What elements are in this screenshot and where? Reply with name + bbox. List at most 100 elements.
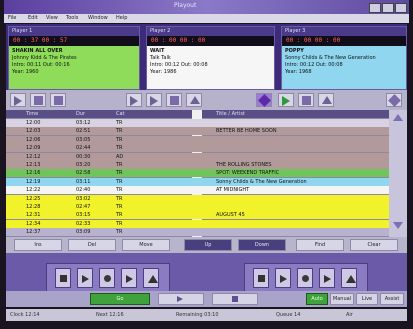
playlist-cell-dur: 03:05 <box>76 136 91 143</box>
close-icon[interactable] <box>395 3 407 13</box>
player-3-line: Year: 1968 <box>285 69 312 75</box>
playlist-cell-time: 12:00 <box>26 120 41 126</box>
deck-right-save-button[interactable] <box>253 268 269 288</box>
p3-stop-button[interactable] <box>298 93 314 107</box>
playlist-row[interactable]: 12:03 02:51 TR BETTER BE HOME SOON <box>6 127 389 136</box>
col-cat: Cat <box>116 111 125 117</box>
playlist-row[interactable]: 12:19 03:11 TR Sonny Childs & The New Gener… <box>6 177 389 186</box>
menu-file[interactable]: File <box>8 15 16 21</box>
stop-main-button[interactable] <box>212 293 258 305</box>
players-panel: Player 1 00 : 37 00 : 57 SHAKIN ALL OVER… <box>6 24 407 90</box>
playlist-row[interactable]: 12:37 03:09 TR <box>6 228 389 237</box>
deck-right-skip-button[interactable] <box>275 268 291 288</box>
playlist-row[interactable]: 12:28 02:47 TR <box>6 203 389 211</box>
record-icon <box>258 94 271 107</box>
scroll-down-icon[interactable] <box>393 222 403 229</box>
playlist-grid[interactable]: Time Dur Cat Title / Artist 12:00 03:12 TR… <box>6 110 389 237</box>
player-3-line: Intro: 00:12 Out: 00:08 <box>285 62 343 68</box>
player-1[interactable]: Player 1 00 : 37 00 : 57 SHAKIN ALL OVER… <box>8 26 140 90</box>
deck-left-play-button[interactable] <box>121 268 137 288</box>
playlist-row[interactable]: 12:13 03:20 TR THE ROLLING STONES <box>6 161 389 169</box>
playlist-cell-cat: TR <box>116 220 123 227</box>
p1-rewind-button[interactable] <box>10 93 26 107</box>
playlist-cell-text: Sonny Childs & The New Generation <box>216 178 307 185</box>
menu-bar: File Edit View Tools Window Help <box>4 14 409 23</box>
play-icon <box>150 96 158 106</box>
p3-eject-button[interactable] <box>318 93 334 107</box>
menu-tools[interactable]: Tools <box>66 15 78 21</box>
mode-live-button[interactable]: Live <box>356 293 378 305</box>
p3-record-button[interactable] <box>256 93 272 107</box>
player-2[interactable]: Player 2 00 : 00 00 : 00 WAIT Talk Talk … <box>146 26 275 90</box>
stop-icon <box>34 96 43 105</box>
deck-right-eject-button[interactable] <box>341 268 357 288</box>
deck-left-skip-button[interactable] <box>77 268 93 288</box>
p3-options-button[interactable] <box>386 93 402 107</box>
go-button[interactable]: Go <box>90 293 150 305</box>
player-3[interactable]: Player 3 00 : 00 00 : 00 POPPY Sonny Chi… <box>281 26 407 90</box>
menu-edit[interactable]: Edit <box>28 15 38 21</box>
playlist-row[interactable]: 12:06 03:05 TR <box>6 135 389 144</box>
mode-manual-button[interactable]: Manual <box>330 293 354 305</box>
status-next: Next 12:16 <box>96 312 124 318</box>
scroll-up-icon[interactable] <box>393 114 403 121</box>
deck-left-record-button[interactable] <box>99 268 115 288</box>
record-icon <box>104 275 111 282</box>
up-button[interactable]: Up <box>184 239 232 251</box>
status-remaining: Remaining 03:10 <box>176 312 219 318</box>
p2-stop-button[interactable] <box>166 93 182 107</box>
p1-pause-button[interactable] <box>50 93 66 107</box>
delete-button[interactable]: Del <box>68 239 116 251</box>
playlist-cell-dur: 00:30 <box>76 153 91 160</box>
player-2-line: Intro: 00:12 Out: 00:08 <box>150 62 208 68</box>
pause-icon <box>54 96 63 105</box>
minimize-icon[interactable] <box>369 3 381 13</box>
playlist-row[interactable]: 12:34 02:33 TR <box>6 219 389 228</box>
p1-stop-button[interactable] <box>30 93 46 107</box>
status-clock: Clock 12:14 <box>10 312 40 318</box>
mode-auto-button[interactable]: Auto <box>306 293 328 305</box>
playlist-cell-dur: 03:02 <box>76 195 91 202</box>
move-button[interactable]: Move <box>122 239 170 251</box>
playlist-cell-time: 12:28 <box>26 204 41 210</box>
deck-left-save-button[interactable] <box>55 268 71 288</box>
p3-play-button[interactable] <box>278 93 294 107</box>
playlist-row[interactable]: 12:31 03:15 TR AUGUST 45 <box>6 211 389 220</box>
playlist-row[interactable]: 12:25 03:02 TR <box>6 194 389 203</box>
menu-view[interactable]: View <box>46 15 58 21</box>
p2-eject-button[interactable] <box>186 93 202 107</box>
diamond-icon <box>388 94 401 107</box>
player-3-counter: 00 : 00 00 : 00 <box>282 36 406 46</box>
playlist-cell-text: AUGUST 45 <box>216 212 245 219</box>
playlist-cell-cat: TR <box>116 145 123 152</box>
playlist-row[interactable]: 12:12 00:30 AD <box>6 152 389 161</box>
find-button[interactable]: Find <box>296 239 344 251</box>
play-main-button[interactable] <box>158 293 204 305</box>
eject-icon <box>148 275 158 283</box>
playlist-row[interactable]: 12:22 02:40 TR AT MIDNIGHT <box>6 186 389 195</box>
deck-left-eject-button[interactable] <box>143 268 159 288</box>
clear-button[interactable]: Clear <box>350 239 398 251</box>
mode-assist-button[interactable]: Assist <box>380 293 404 305</box>
down-button[interactable]: Down <box>238 239 286 251</box>
play-icon <box>126 275 133 283</box>
player-2-header: Player 2 <box>147 27 274 36</box>
playlist-cell-time: 12:37 <box>26 229 41 236</box>
stop-icon <box>302 96 311 105</box>
menu-window[interactable]: Window <box>88 15 108 21</box>
deck-right-play-button[interactable] <box>319 268 335 288</box>
playlist-row[interactable]: 12:00 03:12 TR <box>6 119 389 127</box>
status-queue: Queue 14 <box>276 312 301 318</box>
p2-cue-button[interactable] <box>126 93 142 107</box>
insert-button[interactable]: Ins <box>14 239 62 251</box>
deck-right-record-button[interactable] <box>297 268 313 288</box>
eject-icon <box>190 96 200 104</box>
p2-play-button[interactable] <box>146 93 162 107</box>
playlist-scrollbar[interactable] <box>389 110 407 237</box>
playlist-cell-text: THE ROLLING STONES <box>216 162 272 168</box>
playlist-row[interactable]: 12:09 02:44 TR <box>6 144 389 153</box>
menu-help[interactable]: Help <box>116 15 127 21</box>
maximize-icon[interactable] <box>382 3 394 13</box>
playlist-row[interactable]: 12:16 02:58 TR SPOT: WEEKEND TRAFFIC <box>6 169 389 178</box>
playlist-cell-dur: 02:58 <box>76 170 91 177</box>
